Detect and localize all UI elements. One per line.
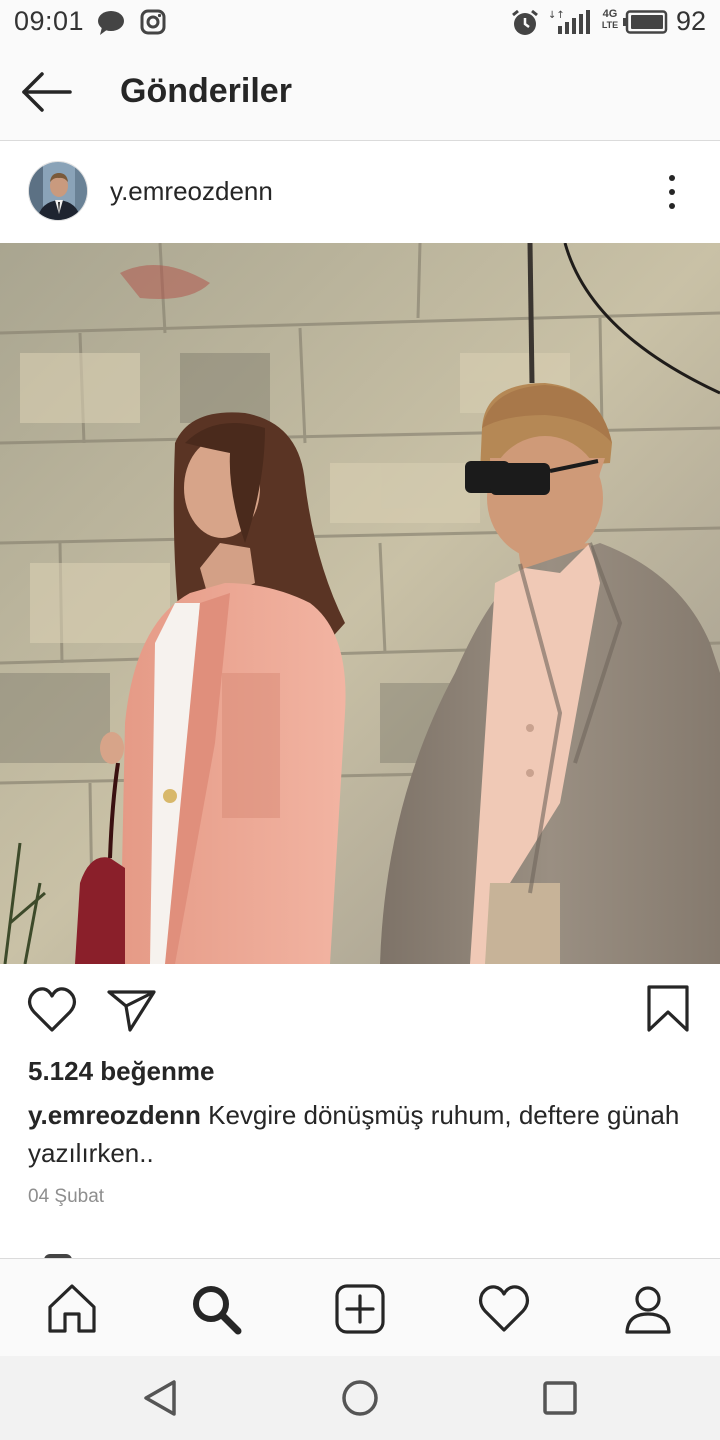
bookmark-icon [647,985,689,1032]
back-button[interactable] [18,68,78,116]
arrow-left-icon [22,72,72,112]
battery-percent: 92 [675,6,706,36]
search-icon [193,1286,242,1335]
avatar-image [29,162,87,220]
heart-icon [478,1285,530,1332]
nav-back-button[interactable] [138,1376,182,1420]
more-options-button[interactable] [656,170,688,214]
chat-bubble-icon [98,11,124,35]
status-bar: 09:01 ↓↑ 4G LTE 92 [0,0,720,44]
save-button[interactable] [644,984,692,1034]
tab-activity[interactable] [476,1281,532,1337]
svg-text:↓↑: ↓↑ [548,10,565,21]
recents-square-icon [543,1381,577,1415]
alarm-icon [512,9,538,35]
signal-icon: ↓↑ [548,10,590,34]
nav-recents-button[interactable] [538,1376,582,1420]
like-button[interactable] [26,986,78,1034]
caption-username[interactable]: y.emreozdenn [28,1100,201,1130]
post-actions [0,964,720,1054]
tab-new-post[interactable] [332,1281,388,1337]
back-triangle-icon [144,1380,176,1416]
post-image [0,243,720,964]
plus-square-icon [335,1284,385,1334]
user-icon [625,1286,671,1334]
tab-search[interactable] [188,1281,244,1337]
likes-count[interactable]: 5.124 beğenme [28,1056,214,1087]
home-icon [48,1284,96,1333]
post-date: 04 Şubat [28,1186,105,1207]
battery-icon [623,10,668,34]
page-title: Gönderiler [120,72,292,110]
post-username[interactable]: y.emreozdenn [110,176,273,207]
top-app-bar: Gönderiler [0,44,720,141]
home-circle-icon [342,1380,378,1416]
bottom-tab-bar [0,1258,720,1356]
avatar[interactable] [28,161,88,221]
post-caption: y.emreozdenn Kevgire dönüşmüş ruhum, def… [28,1096,688,1172]
lte-icon: 4G LTE [601,8,619,31]
android-nav-bar [0,1356,720,1440]
tab-home[interactable] [44,1281,100,1337]
status-time: 09:01 [14,6,85,36]
share-button[interactable] [106,986,158,1034]
heart-icon [27,987,77,1032]
more-vertical-icon [669,175,675,209]
paper-plane-icon [107,990,156,1032]
post-header: y.emreozdenn [0,142,720,243]
instagram-icon [140,9,166,35]
tab-profile[interactable] [620,1281,676,1337]
nav-home-button[interactable] [338,1376,382,1420]
post-photo[interactable] [0,243,720,964]
